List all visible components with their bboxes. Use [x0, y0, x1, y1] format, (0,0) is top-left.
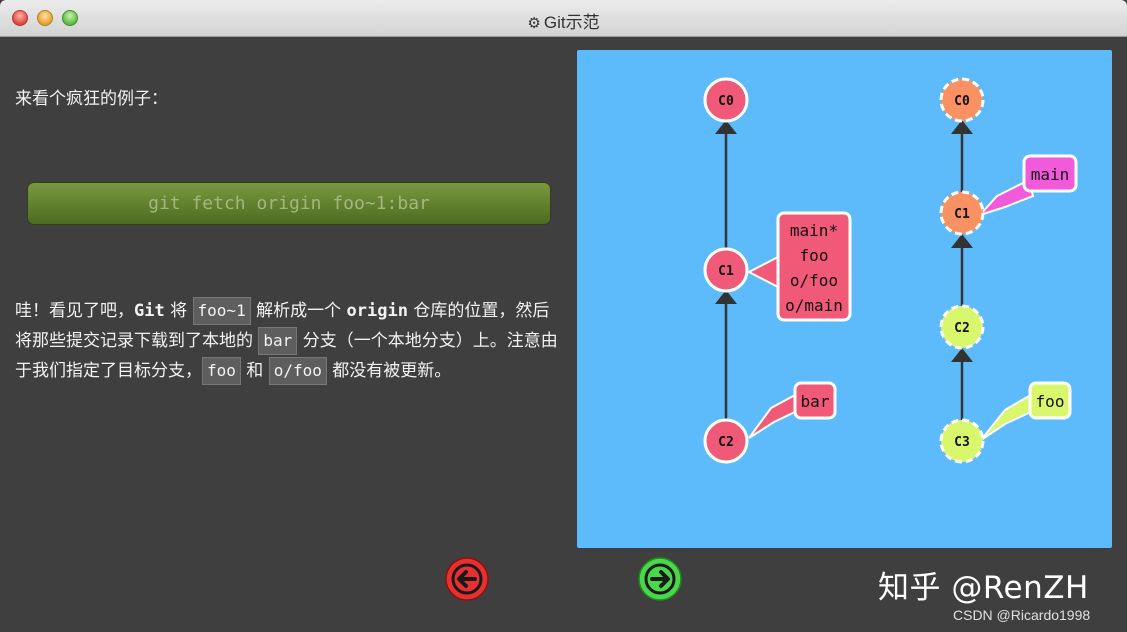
title-bar: ⚙ Git示范	[0, 0, 1127, 37]
remote-edge-arrowhead	[951, 348, 973, 362]
paragraph-text: 解析成一个	[250, 301, 347, 321]
branch-label-remote-main: main	[1031, 165, 1070, 184]
branch-label-foo: foo	[800, 246, 829, 265]
paragraph-text: 都没有被更新。	[326, 361, 452, 381]
remote-commit-c0-label: C0	[954, 94, 970, 109]
arrow-right-icon	[638, 557, 682, 601]
git-keyword: Git	[134, 301, 165, 321]
branch-label-o-main: o/main	[785, 296, 843, 315]
paragraph-text: 和	[240, 361, 269, 381]
origin-keyword: origin	[346, 301, 408, 321]
branch-label-bar: bar	[801, 392, 830, 411]
paragraph-text: 将	[164, 301, 193, 321]
branch-pointer-remote-foo	[980, 394, 1037, 441]
local-commit-c2-label: C2	[718, 435, 734, 450]
code-bar: bar	[258, 327, 298, 355]
branch-label-remote-foo: foo	[1036, 392, 1065, 411]
code-foo: foo	[202, 357, 241, 385]
zhihu-watermark: 知乎 @RenZH	[878, 570, 1089, 606]
branch-pointer-local-bar	[748, 392, 801, 439]
code-foo-tilde: foo~1	[192, 297, 251, 325]
branch-label-o-foo: o/foo	[790, 271, 838, 290]
git-visualization-panel: main* foo o/foo o/main bar main foo C0 C…	[577, 50, 1112, 548]
window-title-text: Git示范	[543, 13, 600, 32]
explanation-paragraph: 哇！看见了吧，Git 将 foo~1 解析成一个 origin 仓库的位置，然后…	[15, 296, 565, 386]
csdn-credit: CSDN @Ricardo1998	[953, 607, 1091, 623]
local-commit-c1-label: C1	[718, 264, 734, 279]
gear-icon: ⚙	[527, 15, 541, 32]
remote-commit-c1-label: C1	[954, 207, 970, 222]
lead-text: 来看个疯狂的例子：	[15, 89, 168, 109]
local-commit-c0-label: C0	[718, 94, 734, 109]
remote-edge-arrowhead	[951, 120, 973, 134]
remote-commit-c2-label: C2	[954, 321, 970, 336]
next-button[interactable]	[638, 557, 682, 601]
remote-commit-c3-label: C3	[954, 435, 970, 450]
commit-graph: main* foo o/foo o/main bar main foo C0 C…	[703, 77, 1078, 464]
arrow-left-icon	[445, 557, 489, 601]
code-o-foo: o/foo	[268, 357, 327, 385]
branch-label-main-star: main*	[790, 221, 838, 240]
remote-edge-arrowhead	[951, 234, 973, 248]
command-block[interactable]: git fetch origin foo~1:bar	[27, 182, 551, 225]
window-title: ⚙ Git示范	[0, 8, 1127, 33]
paragraph-text: 哇！看见了吧，	[15, 301, 134, 321]
previous-button[interactable]	[445, 557, 489, 601]
